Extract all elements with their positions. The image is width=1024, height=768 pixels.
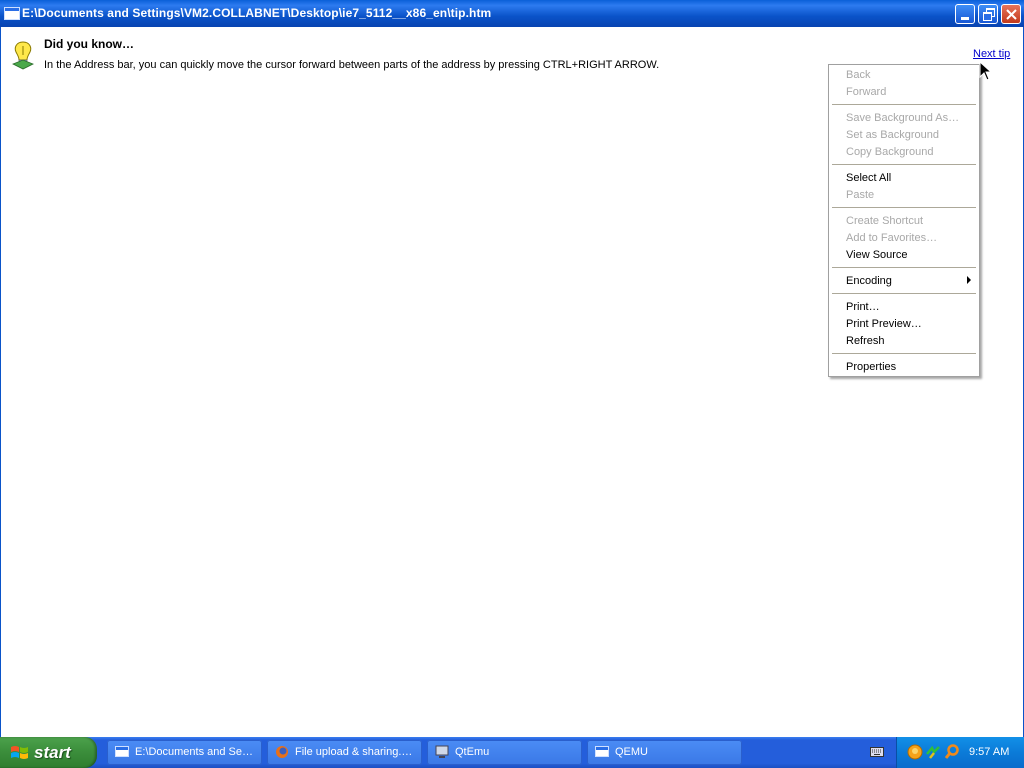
taskbar-item-ie-window[interactable]: E:\Documents and Se… [107, 740, 262, 765]
window-icon [115, 746, 129, 757]
network-icon[interactable] [925, 744, 941, 760]
search-icon[interactable] [944, 744, 960, 760]
menu-separator [832, 293, 976, 294]
messenger-icon[interactable] [907, 744, 923, 760]
taskbar-item-label: E:\Documents and Se… [135, 746, 254, 758]
next-tip-link[interactable]: Next tip [973, 48, 1010, 60]
taskbar: start E:\Documents and Se… File upload &… [0, 737, 1024, 768]
taskbar-item-qemu[interactable]: QEMU [587, 740, 742, 765]
menu-item-view-source[interactable]: View Source [846, 249, 908, 261]
taskbar-item-label: QEMU [615, 746, 648, 758]
close-button[interactable] [1001, 4, 1021, 24]
menu-item-add-to-favorites: Add to Favorites… [846, 232, 938, 244]
menu-separator [832, 104, 976, 105]
menu-separator [832, 353, 976, 354]
tip-heading: Did you know… [44, 37, 134, 51]
taskbar-item-firefox[interactable]: File upload & sharing.… [267, 740, 422, 765]
menu-item-paste: Paste [846, 189, 875, 201]
menu-item-copy-background: Copy Background [846, 146, 934, 158]
start-label: start [34, 743, 71, 762]
window-icon[interactable] [4, 7, 20, 20]
restore-button[interactable] [978, 4, 998, 24]
clock[interactable]: 9:57 AM [969, 746, 1009, 758]
window-icon [595, 746, 609, 757]
menu-separator [832, 267, 976, 268]
taskbar-item-label: QtEmu [455, 746, 490, 758]
taskbar-item-label: File upload & sharing.… [295, 746, 413, 758]
menu-item-forward: Forward [846, 86, 887, 98]
lightbulb-icon [12, 41, 34, 70]
firefox-icon [276, 746, 288, 758]
menu-separator [832, 207, 976, 208]
mouse-cursor-icon [979, 61, 993, 81]
menu-item-encoding[interactable]: Encoding [846, 275, 892, 287]
title-bar[interactable]: E:\Documents and Settings\VM2.COLLABNET\… [0, 0, 1024, 27]
menu-item-save-background-as: Save Background As… [846, 112, 960, 124]
minimize-button[interactable] [955, 4, 975, 24]
menu-item-set-as-background: Set as Background [846, 129, 939, 141]
submenu-arrow-icon [967, 276, 971, 284]
system-tray: 9:57 AM [896, 737, 1024, 768]
context-menu: Back Forward Save Background As… Set as … [828, 64, 980, 377]
menu-item-print[interactable]: Print… [846, 301, 880, 313]
close-icon [1006, 9, 1017, 20]
menu-item-create-shortcut: Create Shortcut [846, 215, 924, 227]
menu-item-print-preview[interactable]: Print Preview… [846, 318, 922, 330]
windows-logo-icon [11, 746, 28, 759]
window-title: E:\Documents and Settings\VM2.COLLABNET\… [22, 6, 492, 20]
menu-item-properties[interactable]: Properties [846, 361, 896, 373]
menu-item-refresh[interactable]: Refresh [846, 335, 885, 347]
start-button[interactable]: start [0, 737, 97, 768]
menu-separator [832, 164, 976, 165]
qtemu-icon [435, 745, 449, 758]
tip-text: In the Address bar, you can quickly move… [44, 59, 660, 71]
taskbar-item-qtemu[interactable]: QtEmu [427, 740, 582, 765]
menu-item-select-all[interactable]: Select All [846, 172, 891, 184]
keyboard-icon[interactable] [870, 747, 884, 757]
menu-item-back: Back [846, 69, 871, 81]
